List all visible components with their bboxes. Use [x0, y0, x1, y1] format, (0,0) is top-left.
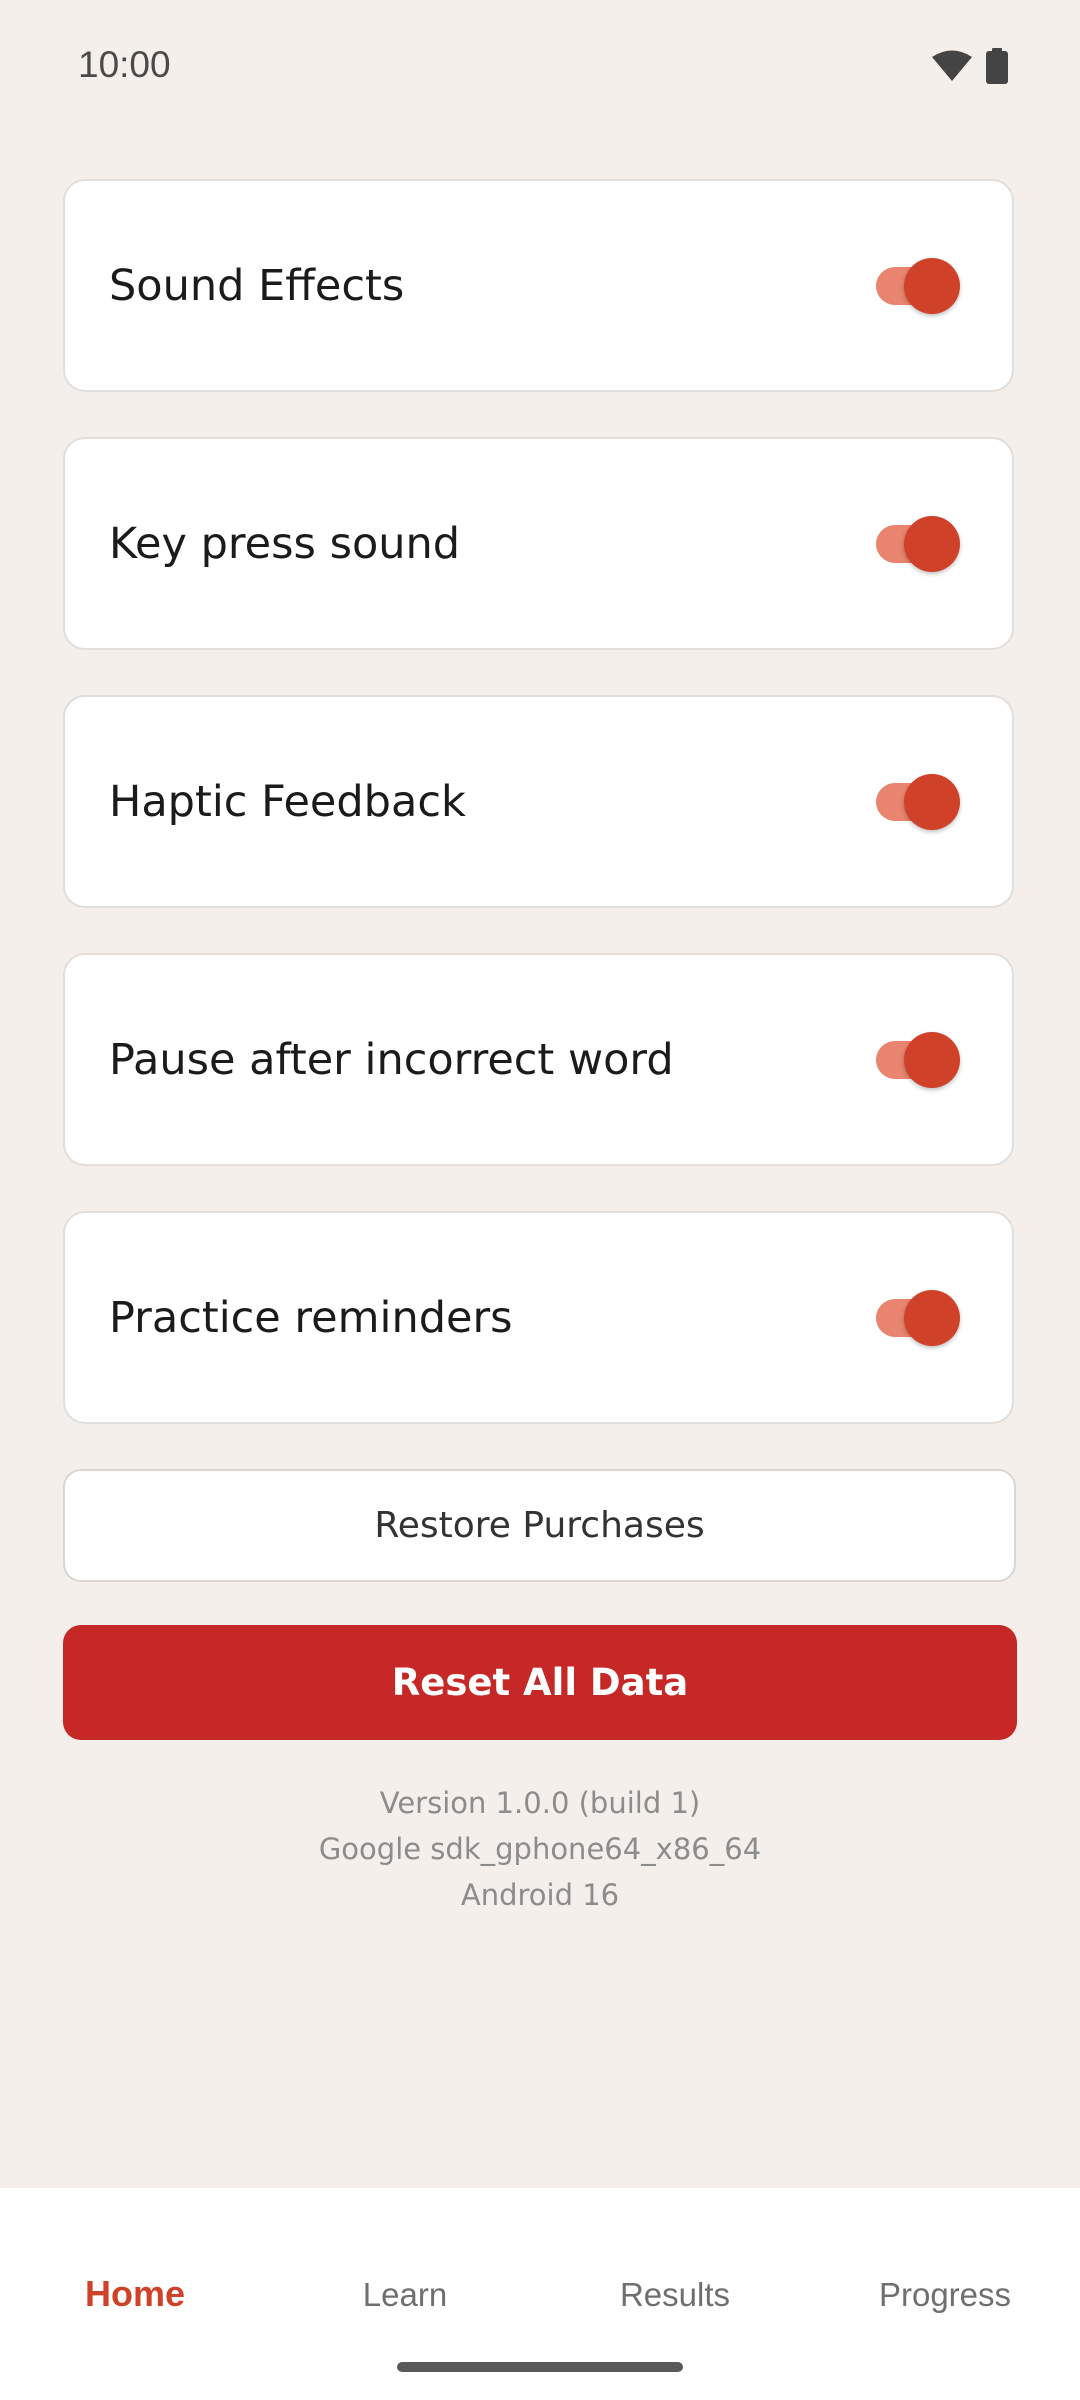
tab-results[interactable]: Results — [540, 2276, 810, 2314]
tab-learn[interactable]: Learn — [270, 2276, 540, 2314]
tab-home[interactable]: Home — [0, 2273, 270, 2315]
toggle-thumb — [904, 773, 960, 830]
setting-practice-reminders[interactable]: Practice reminders — [63, 1211, 1014, 1424]
app-info: Version 1.0.0 (build 1) Google sdk_gphon… — [0, 1780, 1080, 1918]
status-bar: 10:00 — [0, 0, 1080, 136]
practice-reminders-toggle[interactable] — [876, 1289, 960, 1346]
key-press-sound-toggle[interactable] — [876, 515, 960, 572]
toggle-thumb — [904, 257, 960, 314]
reset-all-data-button[interactable]: Reset All Data — [63, 1625, 1017, 1740]
setting-label: Sound Effects — [109, 260, 405, 311]
version-text: Version 1.0.0 (build 1) — [379, 1786, 701, 1820]
sound-effects-toggle[interactable] — [876, 257, 960, 314]
toggle-thumb — [904, 1031, 960, 1088]
os-text: Android 16 — [460, 1878, 620, 1912]
setting-sound-effects[interactable]: Sound Effects — [63, 179, 1014, 392]
toggle-thumb — [904, 1289, 960, 1346]
device-text: Google sdk_gphone64_x86_64 — [318, 1832, 762, 1866]
setting-pause-after-incorrect-word[interactable]: Pause after incorrect word — [63, 953, 1014, 1166]
status-icons — [932, 48, 1008, 88]
tab-progress[interactable]: Progress — [810, 2276, 1080, 2314]
setting-label: Practice reminders — [109, 1292, 513, 1343]
setting-label: Pause after incorrect word — [109, 1034, 674, 1085]
settings-list: Sound Effects Key press sound Haptic Fee… — [63, 179, 1014, 1469]
toggle-thumb — [904, 515, 960, 572]
setting-haptic-feedback[interactable]: Haptic Feedback — [63, 695, 1014, 908]
haptic-feedback-toggle[interactable] — [876, 773, 960, 830]
home-indicator[interactable] — [397, 2362, 683, 2372]
setting-label: Haptic Feedback — [109, 776, 466, 827]
wifi-icon — [932, 50, 972, 86]
status-time: 10:00 — [78, 44, 171, 85]
setting-label: Key press sound — [109, 518, 461, 569]
pause-after-incorrect-word-toggle[interactable] — [876, 1031, 960, 1088]
battery-icon — [986, 48, 1008, 88]
restore-purchases-button[interactable]: Restore Purchases — [63, 1469, 1016, 1582]
setting-key-press-sound[interactable]: Key press sound — [63, 437, 1014, 650]
